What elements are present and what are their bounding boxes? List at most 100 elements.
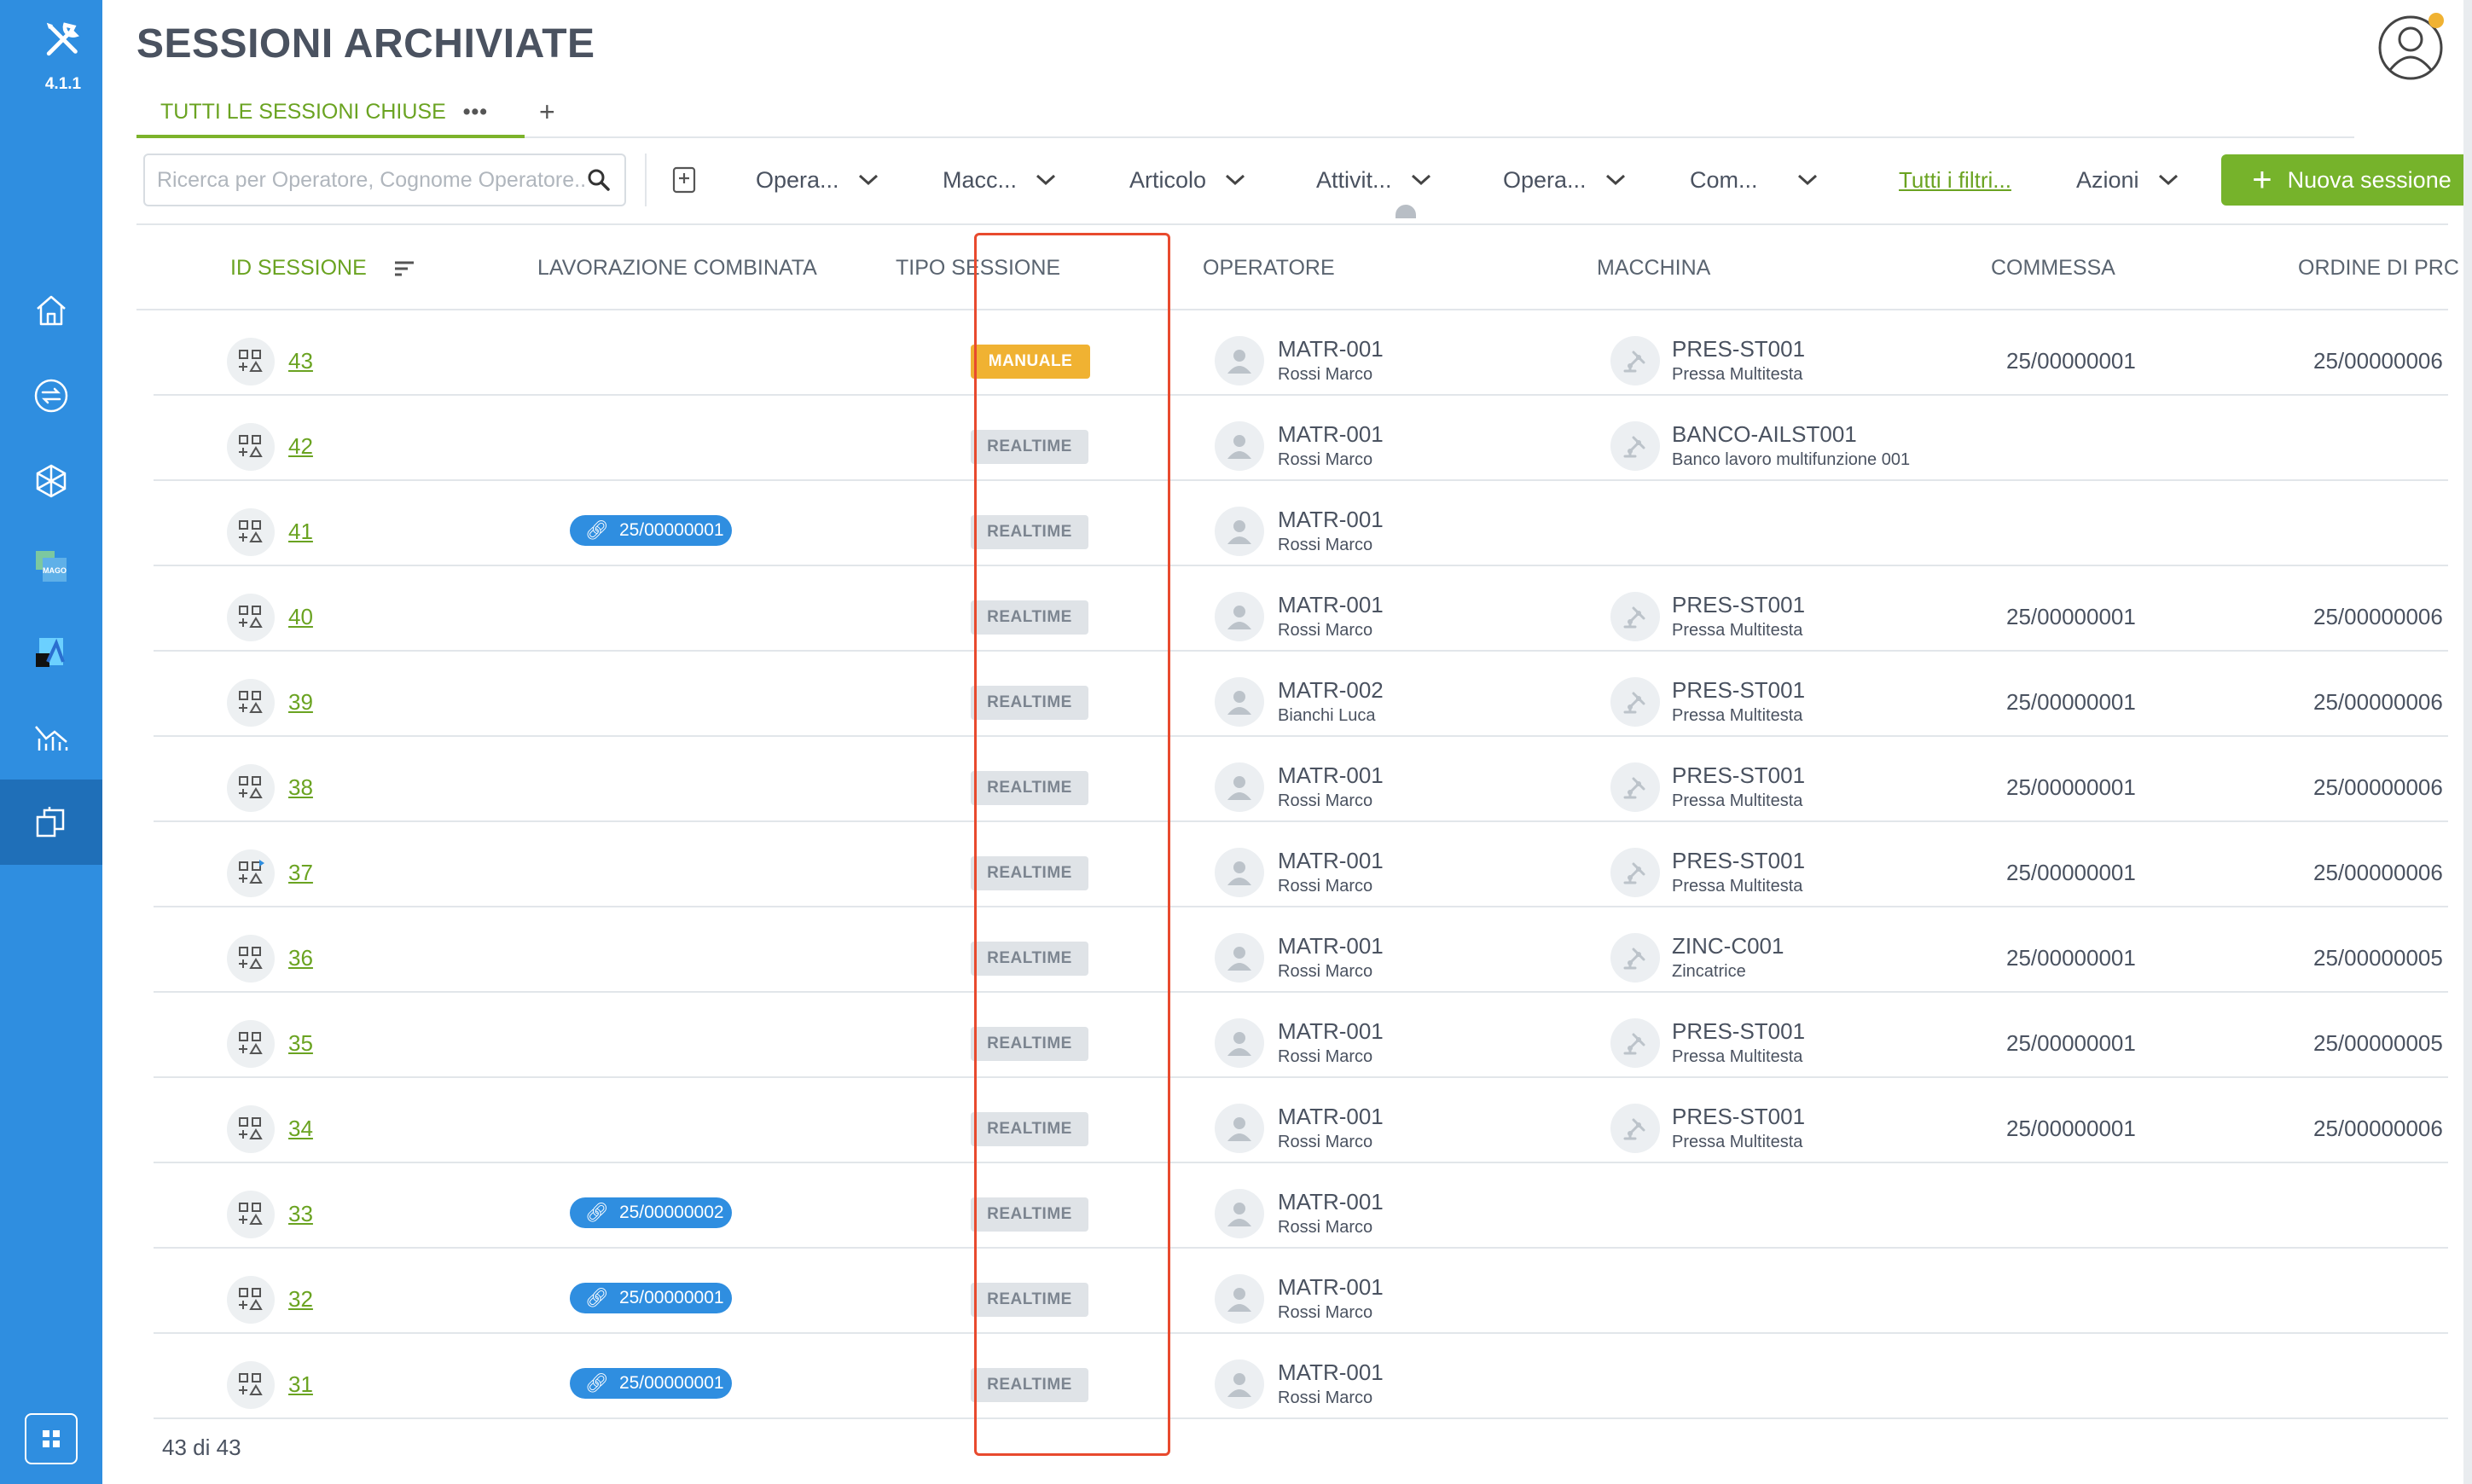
table-row[interactable]: 34 REALTIME MATR-001 Rossi Marco PRES-ST001 P… <box>154 1078 2448 1163</box>
chevron-down-icon <box>1411 174 1430 186</box>
all-filters-link[interactable]: Tutti i filtri... <box>1899 154 2011 206</box>
filter-commessa[interactable]: Com... <box>1690 154 1818 206</box>
session-type-icon <box>227 423 275 471</box>
session-id-link[interactable]: 33 <box>288 1201 313 1227</box>
sidebar-item-sessions[interactable] <box>0 780 102 865</box>
sort-icon[interactable] <box>393 260 415 277</box>
apps-grid-button[interactable] <box>25 1413 78 1464</box>
machine-name: Banco lavoro multifunzione 001 <box>1672 450 1911 469</box>
search-placeholder: Ricerca per Operatore, Cognome Operatore… <box>157 167 587 192</box>
actions-dropdown[interactable]: Azioni <box>2076 154 2179 206</box>
search-input[interactable]: Ricerca per Operatore, Cognome Operatore… <box>143 154 626 206</box>
session-id-link[interactable]: 35 <box>288 1030 313 1057</box>
table-row[interactable]: 31 🔗︎ 25/00000001 REALTIME MATR-001 Rossi Mar… <box>154 1334 2448 1419</box>
sidebar-item-analytics[interactable] <box>0 694 102 780</box>
session-id-link[interactable]: 34 <box>288 1116 313 1142</box>
user-avatar-icon[interactable] <box>2376 10 2448 82</box>
column-header-order[interactable]: COMMESSA <box>1991 256 2115 281</box>
production-order-number: 25/00000006 <box>2313 860 2443 885</box>
sidebar-item-home[interactable] <box>0 268 102 353</box>
operator-name: Rossi Marco <box>1278 450 1373 469</box>
column-header-combined[interactable]: LAVORAZIONE COMBINATA <box>537 256 817 281</box>
operator-name: Rossi Marco <box>1278 621 1373 640</box>
table-row[interactable]: 38 REALTIME MATR-001 Rossi Marco PRES-ST001 P… <box>154 737 2448 822</box>
session-type-icon <box>227 1191 275 1238</box>
table-row[interactable]: 40 REALTIME MATR-001 Rossi Marco PRES-ST001 P… <box>154 566 2448 652</box>
combined-work-label: 25/00000001 <box>618 1373 724 1393</box>
machine-code: ZINC-C001 <box>1672 933 1784 959</box>
table-row[interactable]: 37 REALTIME MATR-001 Rossi Marco PRES-ST001 P… <box>154 822 2448 907</box>
operator-name: Bianchi Luca <box>1278 706 1376 725</box>
filter-operazione[interactable]: Opera... <box>1503 154 1626 206</box>
operator-avatar-icon <box>1215 421 1264 471</box>
session-id-link[interactable]: 40 <box>288 604 313 630</box>
filter-attivita[interactable]: Attivit... <box>1316 154 1431 206</box>
tab-bar: TUTTI LE SESSIONI CHIUSE ••• + <box>136 89 2354 138</box>
session-id-link[interactable]: 42 <box>288 433 313 460</box>
machine-robot-arm-icon <box>1610 592 1660 641</box>
sidebar-item-cube[interactable] <box>0 438 102 524</box>
session-id-link[interactable]: 39 <box>288 689 313 716</box>
record-count: 43 di 43 <box>162 1435 241 1460</box>
table-row[interactable]: 33 🔗︎ 25/00000002 REALTIME MATR-001 Rossi Mar… <box>154 1163 2448 1249</box>
combined-work-badge[interactable]: 🔗︎ 25/00000001 <box>570 1283 732 1313</box>
column-header-production-order[interactable]: ORDINE DI PRC <box>2298 256 2459 281</box>
operator-code: MATR-001 <box>1278 421 1384 447</box>
add-tab-button[interactable]: + <box>539 89 555 135</box>
production-order-number: 25/00000006 <box>2313 604 2443 629</box>
table-row[interactable]: 42 REALTIME MATR-001 Rossi Marco BANCO-AILST… <box>154 396 2448 481</box>
production-order-number: 25/00000006 <box>2313 774 2443 800</box>
column-highlight-box <box>974 233 1170 1456</box>
filter-macchina[interactable]: Macc... <box>943 154 1056 206</box>
table-row[interactable]: 36 REALTIME MATR-001 Rossi Marco ZINC-C001 Zi… <box>154 907 2448 993</box>
table-row[interactable]: 41 🔗︎ 25/00000001 REALTIME MATR-001 Rossi Mar… <box>154 481 2448 566</box>
operator-code: MATR-001 <box>1278 592 1384 617</box>
session-id-link[interactable]: 37 <box>288 860 313 886</box>
combined-work-badge[interactable]: 🔗︎ 25/00000001 <box>570 515 732 546</box>
table-row[interactable]: 43 MANUALE MATR-001 Rossi Marco PRES-ST001 Pr… <box>154 310 2448 396</box>
sidebar-item-app[interactable] <box>0 609 102 694</box>
sidebar-item-mago[interactable]: MAGO <box>0 524 102 609</box>
filter-operatore[interactable]: Opera... <box>756 154 879 206</box>
operator-avatar-icon <box>1215 933 1264 983</box>
session-id-link[interactable]: 43 <box>288 348 313 374</box>
table-row[interactable]: 35 REALTIME MATR-001 Rossi Marco PRES-ST001 P… <box>154 993 2448 1078</box>
session-id-link[interactable]: 31 <box>288 1371 313 1398</box>
order-number: 25/00000001 <box>2006 689 2136 715</box>
link-icon: 🔗︎ <box>585 1202 609 1223</box>
combined-work-badge[interactable]: 🔗︎ 25/00000002 <box>570 1197 732 1228</box>
search-icon[interactable] <box>587 168 611 192</box>
tab-menu-icon[interactable]: ••• <box>463 100 488 125</box>
combined-work-badge[interactable]: 🔗︎ 25/00000001 <box>570 1368 732 1399</box>
table-row[interactable]: 39 REALTIME MATR-002 Bianchi Luca PRES-ST001… <box>154 652 2448 737</box>
toolbar: Ricerca per Operatore, Cognome Operatore… <box>136 154 2472 210</box>
session-id-link[interactable]: 32 <box>288 1286 313 1313</box>
tab-label: TUTTI LE SESSIONI CHIUSE <box>160 99 446 124</box>
combined-work-label: 25/00000002 <box>618 1203 724 1222</box>
tools-logo-icon[interactable] <box>43 19 84 60</box>
column-header-operator[interactable]: OPERATORE <box>1203 256 1335 281</box>
machine-code: PRES-ST001 <box>1672 336 1806 362</box>
column-header-machine[interactable]: MACCHINA <box>1597 256 1710 281</box>
sidebar-item-transfer[interactable] <box>0 353 102 438</box>
machine-code: PRES-ST001 <box>1672 848 1806 873</box>
combined-work-label: 25/00000001 <box>618 1288 724 1307</box>
table-row[interactable]: 32 🔗︎ 25/00000001 REALTIME MATR-001 Rossi Mar… <box>154 1249 2448 1334</box>
new-session-label: Nuova sessione <box>2287 166 2452 193</box>
filter-articolo[interactable]: Articolo <box>1129 154 1245 206</box>
operator-name: Rossi Marco <box>1278 1303 1373 1322</box>
scrollbar[interactable] <box>2463 0 2472 1484</box>
column-header-id[interactable]: ID SESSIONE <box>230 256 415 281</box>
machine-name: Pressa Multitesta <box>1672 1133 1803 1151</box>
session-id-link[interactable]: 36 <box>288 945 313 971</box>
tab-closed-sessions[interactable]: TUTTI LE SESSIONI CHIUSE ••• <box>136 89 525 138</box>
filter-label: Articolo <box>1129 166 1207 193</box>
operator-code: MATR-001 <box>1278 336 1384 362</box>
session-id-link[interactable]: 38 <box>288 774 313 801</box>
session-id-link[interactable]: 41 <box>288 519 313 545</box>
machine-robot-arm-icon <box>1610 336 1660 385</box>
saved-view-icon[interactable] <box>670 165 699 194</box>
machine-robot-arm-icon <box>1610 848 1660 897</box>
operator-code: MATR-001 <box>1278 848 1384 873</box>
new-session-button[interactable]: + Nuova sessione <box>2221 154 2472 206</box>
